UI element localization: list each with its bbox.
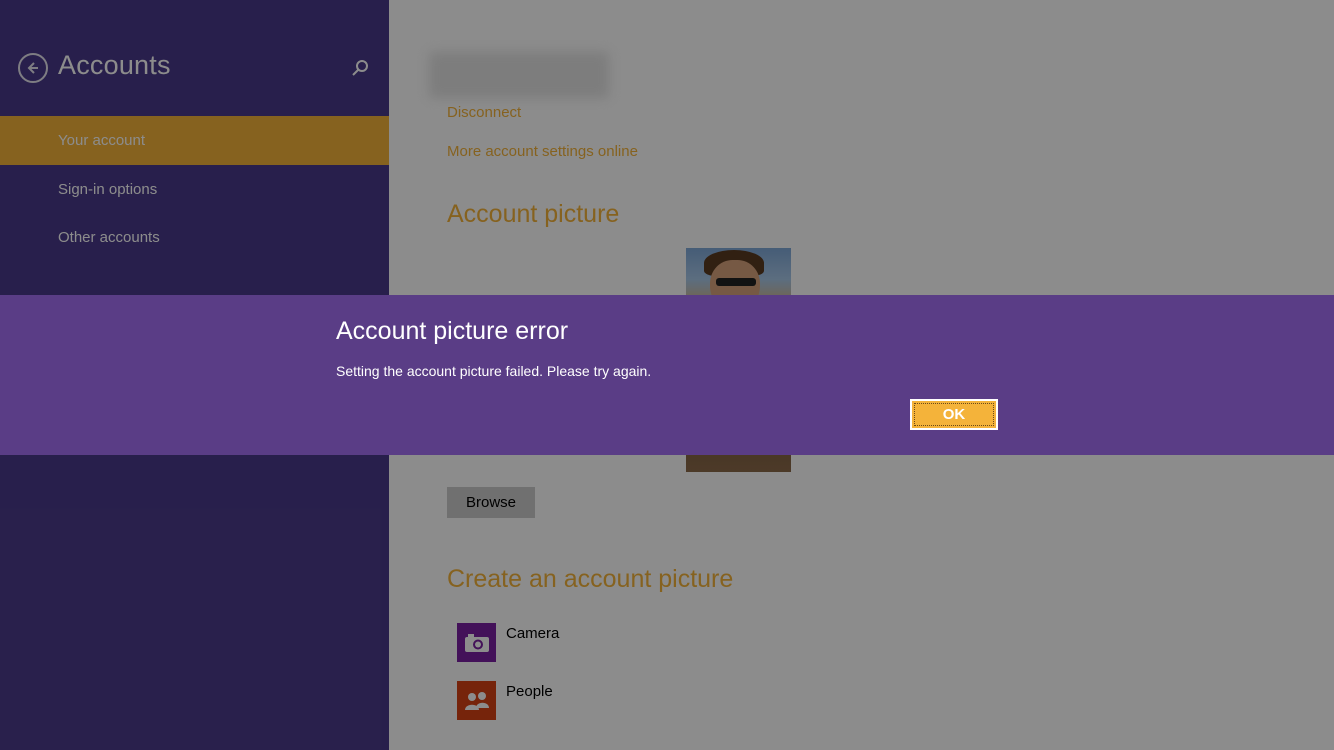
ok-button[interactable]: OK	[910, 399, 998, 430]
error-dialog: Account picture error Setting the accoun…	[0, 295, 1334, 455]
dialog-title: Account picture error	[336, 317, 569, 345]
dialog-message: Setting the account picture failed. Plea…	[336, 363, 652, 379]
